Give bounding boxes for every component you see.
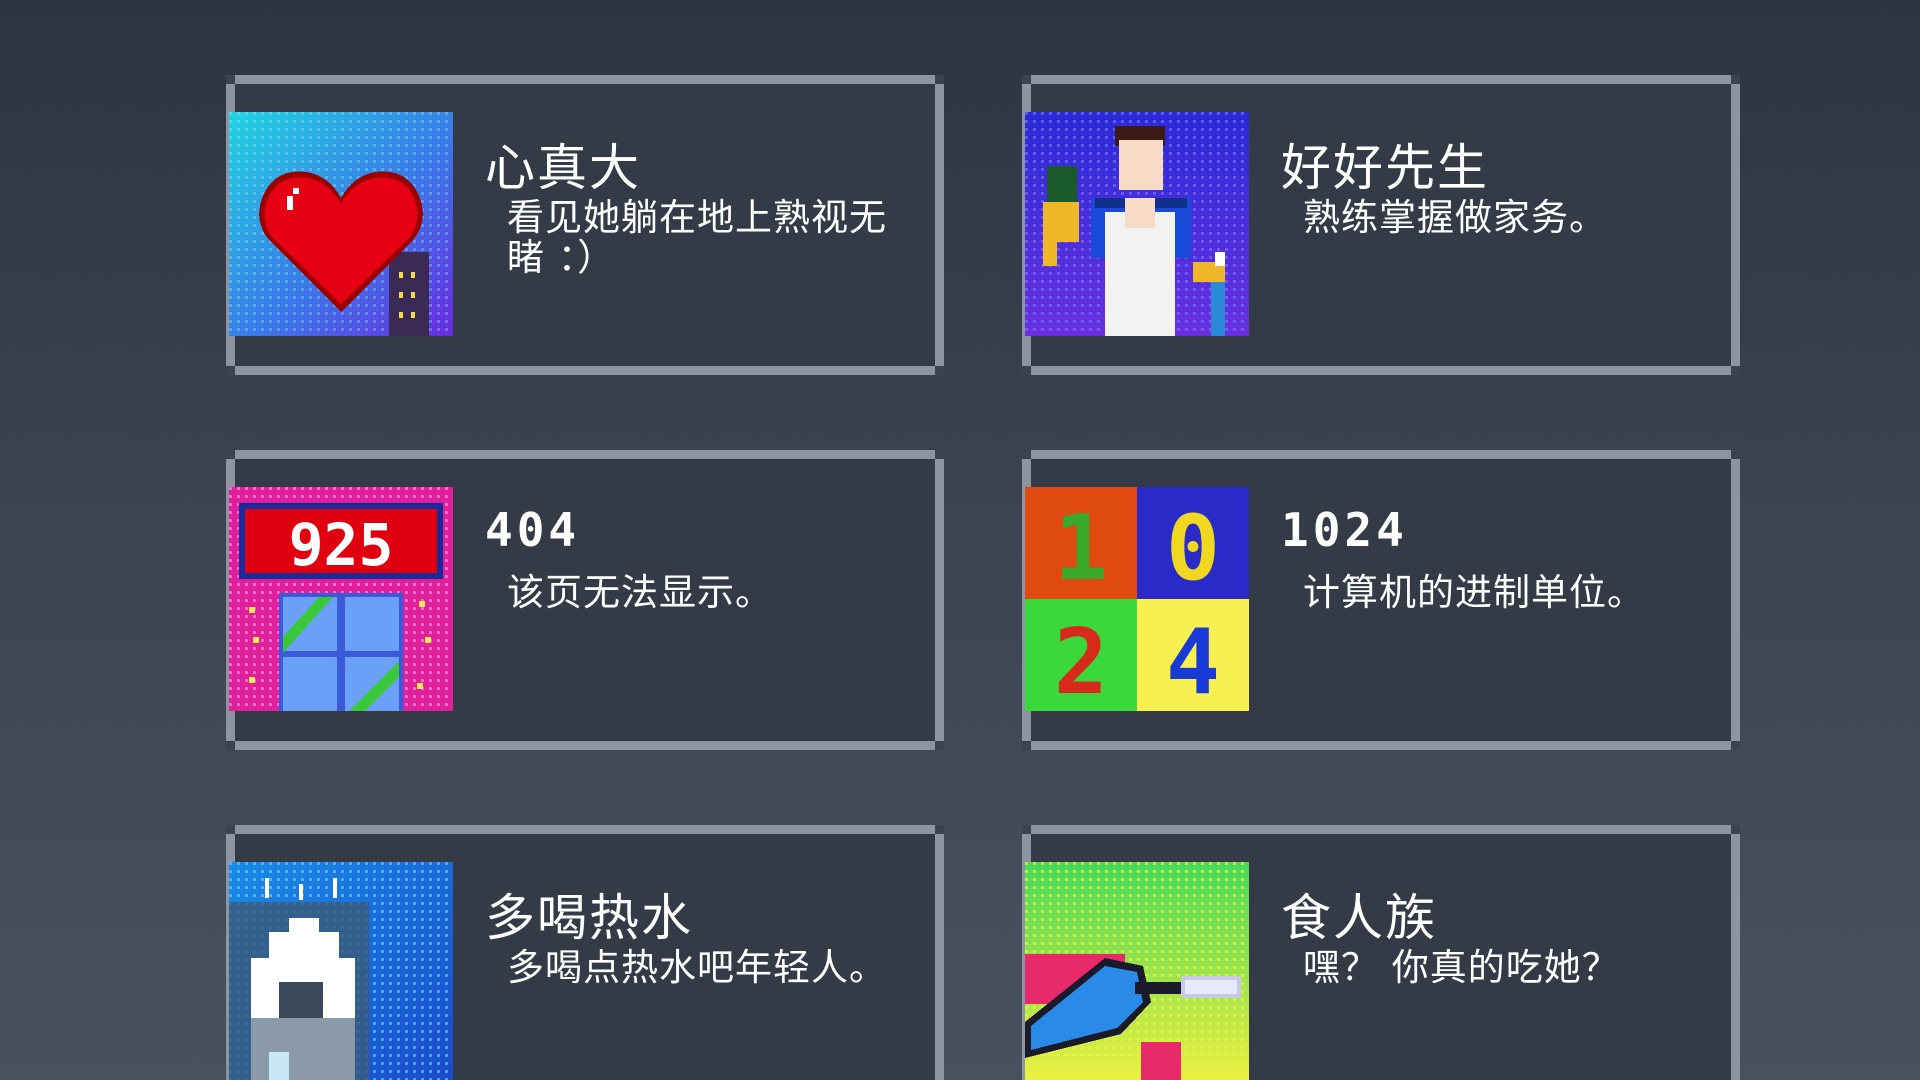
achievement-description: 熟练掌握做家务。	[1303, 196, 1607, 239]
digit-two: 2	[1054, 610, 1108, 711]
achievement-description: 该页无法显示。	[507, 571, 773, 614]
achievement-description: 计算机的进制单位。	[1303, 571, 1645, 614]
achievement-description: 多喝点热水吧年轻人。	[507, 946, 887, 989]
achievement-card-housekeeper[interactable]: 好好先生 熟练掌握做家务。	[1022, 75, 1740, 375]
achievement-title: 心真大	[485, 139, 641, 197]
heart-icon	[229, 112, 453, 336]
achievement-card-hot-water[interactable]: 多喝热水 多喝点热水吧年轻人。	[226, 825, 944, 1080]
housekeeper-icon	[1025, 112, 1249, 336]
number-grid-1024-icon: 1 0 2 4	[1025, 487, 1249, 711]
achievement-card-cannibal[interactable]: 食人族 嘿？ 你真的吃她？	[1022, 825, 1740, 1080]
gift-box-925-icon: 925	[229, 487, 453, 711]
achievement-description: 看见她躺在地上熟视无睹 ：）	[507, 196, 887, 279]
achievement-title: 404	[485, 503, 581, 557]
cannibal-icon	[1025, 862, 1249, 1080]
achievement-title: 食人族	[1281, 889, 1437, 947]
hot-water-icon	[229, 862, 453, 1080]
digit-zero: 0	[1166, 496, 1220, 601]
digit-four: 4	[1166, 610, 1220, 711]
achievement-grid: 心真大 看见她躺在地上熟视无睹 ：） 好好先生 熟练掌握做家务。 925 404…	[226, 75, 1740, 1080]
achievement-description: 嘿？ 你真的吃她？	[1303, 946, 1620, 989]
achievement-card-heart[interactable]: 心真大 看见她躺在地上熟视无睹 ：）	[226, 75, 944, 375]
achievement-card-404[interactable]: 925 404 该页无法显示。	[226, 450, 944, 750]
achievement-title: 1024	[1281, 503, 1408, 557]
digit-one: 1	[1054, 496, 1108, 601]
achievement-card-1024[interactable]: 1 0 2 4 1024 计算机的进制单位。	[1022, 450, 1740, 750]
gift-box-counter: 925	[289, 511, 394, 579]
achievement-title: 多喝热水	[485, 889, 693, 947]
achievement-title: 好好先生	[1281, 139, 1489, 197]
